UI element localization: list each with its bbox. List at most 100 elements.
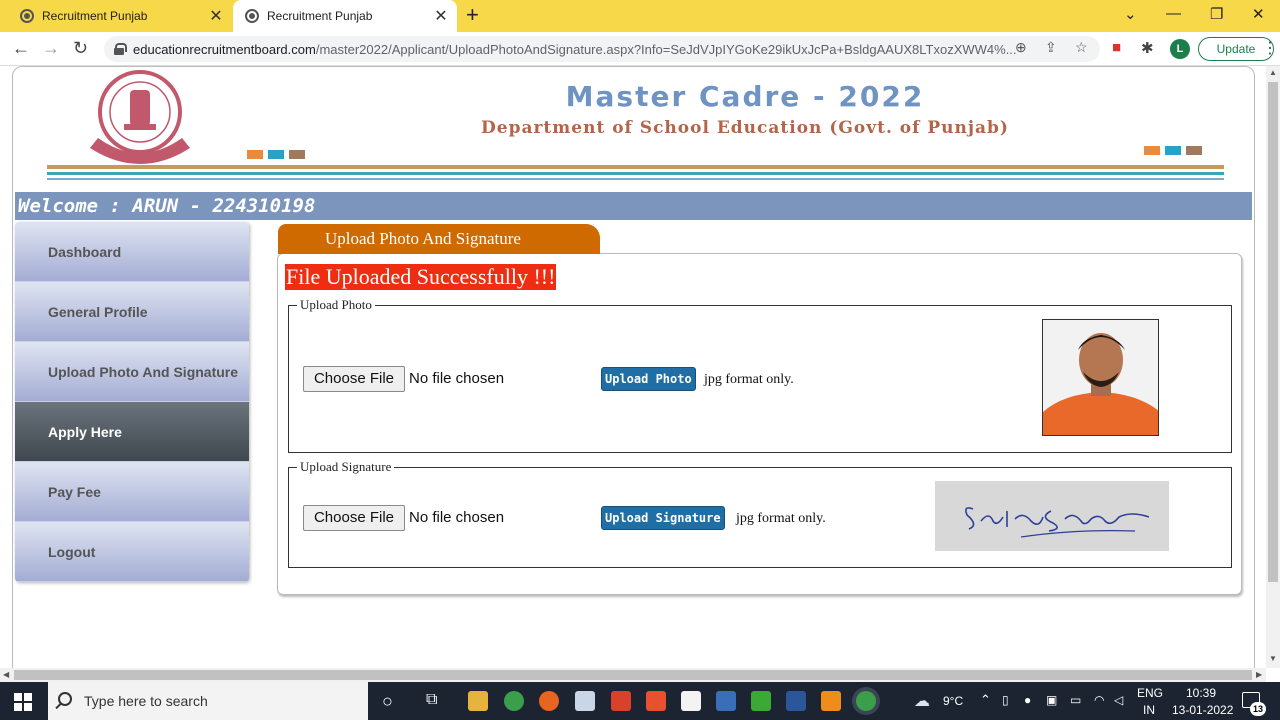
person-photo-icon	[1043, 320, 1158, 435]
search-placeholder: Type here to search	[84, 693, 208, 709]
volume-icon[interactable]: ◁	[1114, 693, 1123, 707]
header-stripe	[47, 172, 1224, 175]
windows-start-icon[interactable]	[14, 693, 32, 711]
cortana-icon[interactable]: ○	[382, 691, 393, 712]
weather-temp[interactable]: 9°C	[943, 694, 963, 708]
minimize-icon[interactable]: —	[1166, 5, 1181, 22]
word-icon[interactable]	[786, 691, 806, 711]
decor-square	[1144, 146, 1160, 155]
web-page: Master Cadre - 2022 Department of School…	[0, 66, 1266, 668]
task-view-icon[interactable]: ⧉	[426, 691, 437, 709]
app-icon[interactable]	[716, 691, 736, 711]
scroll-up-icon[interactable]: ▲	[1269, 68, 1277, 77]
sidebar-item-dashboard[interactable]: Dashboard	[15, 222, 249, 282]
tab-title: Recruitment Punjab	[42, 9, 148, 23]
globe-icon	[20, 9, 34, 23]
clock-date[interactable]: 13-01-2022	[1172, 703, 1233, 717]
success-message: File Uploaded Successfully !!!	[285, 264, 557, 290]
menu-dots-icon[interactable]: ⋮	[1262, 38, 1278, 58]
horizontal-scrollbar[interactable]: ◀ ▶	[0, 668, 1266, 682]
forward-arrow-icon[interactable]: →	[42, 38, 60, 59]
profile-avatar[interactable]: L	[1170, 39, 1190, 59]
taskbar-search-input[interactable]: Type here to search	[48, 682, 368, 720]
sidebar-item-general-profile[interactable]: General Profile	[15, 282, 249, 342]
url-bar[interactable]: educationrecruitmentboard.com /master202…	[104, 36, 1100, 62]
tray-chevron-icon[interactable]: ⌃	[980, 692, 991, 708]
header-stripe	[47, 165, 1224, 169]
close-icon[interactable]: ✕	[206, 6, 226, 26]
scroll-down-icon[interactable]: ▼	[1269, 654, 1277, 663]
lock-icon	[114, 43, 127, 55]
vlc-icon[interactable]	[821, 691, 841, 711]
tab-upload-photo-signature: Upload Photo And Signature	[278, 224, 600, 254]
sidebar-nav: Dashboard General Profile Upload Photo A…	[15, 222, 249, 582]
file-explorer-icon[interactable]	[468, 691, 488, 711]
windows-taskbar: Type here to search ○ ⧉ ☁ 9°C ⌃ ▯ ● ▣ ▭ …	[0, 682, 1280, 720]
chrome-icon[interactable]	[504, 691, 524, 711]
tray-app-icon[interactable]: ▯	[1002, 693, 1009, 707]
choose-photo-button[interactable]: Choose File	[303, 366, 405, 392]
scroll-left-icon[interactable]: ◀	[3, 670, 9, 679]
reload-icon[interactable]: ↻	[73, 38, 88, 59]
vertical-scrollbar[interactable]: ▲ ▼	[1266, 66, 1280, 668]
sidebar-item-logout[interactable]: Logout	[15, 522, 249, 582]
address-toolbar: ← → ↻ educationrecruitmentboard.com /mas…	[0, 32, 1280, 66]
globe-icon	[245, 9, 259, 23]
upload-signature-button[interactable]: Upload Signature	[601, 506, 725, 530]
bookmark-star-icon[interactable]: ☆	[1075, 39, 1088, 56]
zoom-icon[interactable]: ⊕	[1015, 39, 1027, 56]
weather-cloud-icon[interactable]: ☁	[914, 691, 930, 711]
extension-badge-icon[interactable]: ■	[1112, 39, 1121, 56]
close-icon[interactable]: ✕	[431, 6, 451, 26]
decor-square	[1165, 146, 1181, 155]
chrome-active-icon[interactable]	[856, 691, 876, 711]
window-close-icon[interactable]: ✕	[1252, 5, 1265, 23]
notepad-icon[interactable]	[681, 691, 701, 711]
firefox-icon[interactable]	[539, 691, 559, 711]
upload-photo-button[interactable]: Upload Photo	[601, 367, 696, 391]
language-line1[interactable]: ENG	[1137, 686, 1163, 700]
paint-icon[interactable]	[575, 691, 595, 711]
sidebar-item-apply-here[interactable]: Apply Here	[15, 402, 249, 462]
tray-battery-icon[interactable]: ▭	[1070, 693, 1081, 707]
url-domain: educationrecruitmentboard.com	[133, 41, 316, 57]
signature-image: Sahil Sharma	[965, 507, 1150, 538]
canva-icon[interactable]	[646, 691, 666, 711]
notification-badge: 13	[1250, 702, 1266, 716]
browser-tab-2[interactable]: Recruitment Punjab ✕	[233, 0, 457, 32]
signature-format-note: jpg format only.	[736, 511, 826, 526]
sidebar-item-pay-fee[interactable]: Pay Fee	[15, 462, 249, 522]
tab-title: Recruitment Punjab	[267, 9, 373, 23]
back-arrow-icon[interactable]: ←	[12, 38, 30, 59]
tray-mic-icon[interactable]: ●	[1024, 693, 1031, 707]
browser-tab-1[interactable]: Recruitment Punjab ✕	[8, 0, 232, 32]
search-icon	[58, 692, 72, 706]
restore-icon[interactable]: ❐	[1210, 5, 1223, 23]
decor-square	[1186, 146, 1202, 155]
sidebar-item-upload-photo[interactable]: Upload Photo And Signature	[15, 342, 249, 402]
decor-square	[268, 150, 284, 159]
vertical-scroll-thumb[interactable]	[1268, 82, 1278, 582]
signature-file-status: No file chosen	[409, 509, 505, 526]
puzzle-icon[interactable]: ✱	[1141, 39, 1154, 57]
scroll-right-icon[interactable]: ▶	[1256, 670, 1262, 679]
choose-signature-button[interactable]: Choose File	[303, 505, 405, 531]
share-icon[interactable]: ⇪	[1045, 39, 1057, 56]
language-line2[interactable]: IN	[1143, 703, 1155, 717]
url-path: /master2022/Applicant/UploadPhotoAndSign…	[315, 41, 1017, 57]
photo-format-note: jpg format only.	[704, 372, 794, 387]
camtasia-icon[interactable]	[751, 691, 771, 711]
header-stripe	[47, 178, 1224, 180]
new-tab-button[interactable]: +	[466, 2, 479, 28]
page-title: Master Cadre - 2022	[565, 80, 925, 113]
page-subtitle: Department of School Education (Govt. of…	[481, 118, 1009, 138]
uploaded-photo	[1042, 319, 1159, 436]
chevron-down-icon[interactable]: ⌄	[1124, 5, 1137, 23]
horizontal-scroll-thumb[interactable]	[14, 670, 1252, 680]
clock-time[interactable]: 10:39	[1186, 686, 1216, 700]
uploaded-signature: Sahil Sharma	[935, 481, 1169, 551]
tray-display-icon[interactable]: ▣	[1046, 693, 1057, 707]
anydesk-icon[interactable]	[611, 691, 631, 711]
wifi-icon[interactable]: ◠	[1094, 693, 1104, 707]
upload-signature-legend: Upload Signature	[300, 459, 392, 474]
